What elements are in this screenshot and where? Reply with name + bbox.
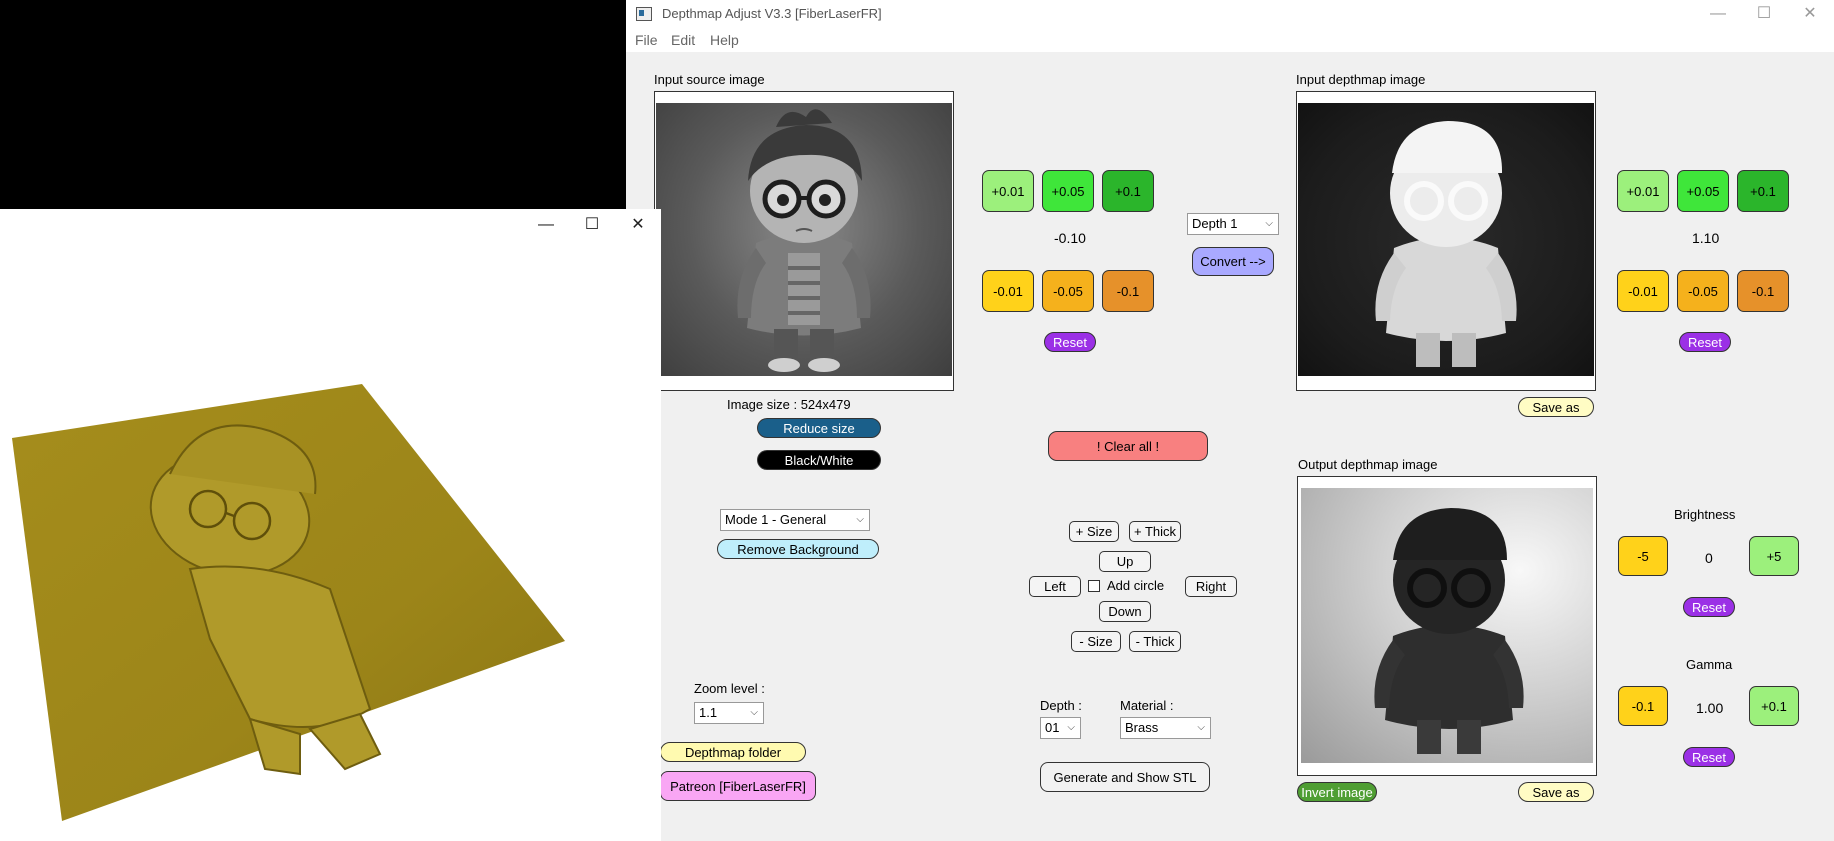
- zoom-level-select[interactable]: 1.1 ⌵: [694, 702, 764, 724]
- left-reset-button[interactable]: Reset: [1044, 332, 1096, 352]
- patreon-button[interactable]: Patreon [FiberLaserFR]: [660, 771, 816, 801]
- convert-button[interactable]: Convert -->: [1192, 247, 1274, 276]
- output-depthmap-label: Output depthmap image: [1298, 457, 1438, 472]
- clear-all-button[interactable]: ! Clear all !: [1048, 431, 1208, 461]
- add-circle-checkbox[interactable]: [1088, 580, 1100, 592]
- size-plus-button[interactable]: + Size: [1069, 521, 1119, 542]
- menu-file[interactable]: File: [635, 32, 658, 48]
- material-select[interactable]: Brass ⌵: [1120, 717, 1211, 739]
- mode-select[interactable]: Mode 1 - General ⌵: [720, 509, 870, 531]
- gamma-plus-button[interactable]: +0.1: [1749, 686, 1799, 726]
- menu-bar: File Edit Help: [626, 28, 1834, 52]
- left-minus-01-button[interactable]: -0.1: [1102, 270, 1154, 312]
- output-depthmap-save-button[interactable]: Save as: [1518, 782, 1594, 802]
- left-adjust-value: -0.10: [1054, 230, 1086, 246]
- zoom-level-value: 1.1: [699, 705, 718, 720]
- gamma-reset-button[interactable]: Reset: [1683, 747, 1735, 767]
- right-plus-01-button[interactable]: +0.1: [1737, 170, 1789, 212]
- menu-edit[interactable]: Edit: [671, 32, 695, 48]
- invert-image-button[interactable]: Invert image: [1297, 782, 1377, 802]
- right-plus-001-button[interactable]: +0.01: [1617, 170, 1669, 212]
- image-size-text: Image size : 524x479: [727, 397, 851, 412]
- thick-plus-button[interactable]: + Thick: [1129, 521, 1181, 542]
- right-minus-005-button[interactable]: -0.05: [1677, 270, 1729, 312]
- source-image: [656, 103, 952, 376]
- brightness-value: 0: [1705, 550, 1713, 566]
- left-plus-01-button[interactable]: +0.1: [1102, 170, 1154, 212]
- stl-depth-select[interactable]: 01 ⌵: [1040, 717, 1081, 739]
- down-button[interactable]: Down: [1099, 601, 1151, 622]
- stl-depth-value: 01: [1045, 720, 1060, 735]
- output-depthmap-frame[interactable]: [1297, 476, 1597, 776]
- gamma-value: 1.00: [1696, 700, 1724, 716]
- reduce-size-button[interactable]: Reduce size: [757, 418, 881, 438]
- right-reset-button[interactable]: Reset: [1679, 332, 1731, 352]
- brightness-label: Brightness: [1674, 507, 1736, 522]
- menu-help[interactable]: Help: [710, 32, 739, 48]
- input-depthmap-frame[interactable]: [1296, 91, 1596, 391]
- add-circle-label: Add circle: [1107, 578, 1165, 593]
- app-window: Depthmap Adjust V3.3 [FiberLaserFR] — ☐ …: [626, 0, 1834, 841]
- depth-mode-value: Depth 1: [1192, 216, 1238, 231]
- chevron-down-icon: ⌵: [856, 514, 864, 525]
- left-minus-001-button[interactable]: -0.01: [982, 270, 1034, 312]
- left-plus-005-button[interactable]: +0.05: [1042, 170, 1094, 212]
- brightness-minus-button[interactable]: -5: [1618, 536, 1668, 576]
- input-depthmap-label: Input depthmap image: [1296, 72, 1426, 87]
- material-value: Brass: [1125, 720, 1159, 735]
- stl-3d-preview: [12, 384, 565, 821]
- stl-depth-label: Depth :: [1040, 698, 1082, 713]
- window-title: Depthmap Adjust V3.3 [FiberLaserFR]: [662, 6, 882, 21]
- left-minus-005-button[interactable]: -0.05: [1042, 270, 1094, 312]
- gamma-label: Gamma: [1686, 657, 1733, 672]
- source-image-frame[interactable]: [654, 91, 954, 391]
- brightness-reset-button[interactable]: Reset: [1683, 597, 1735, 617]
- input-depthmap-image: [1298, 103, 1594, 376]
- black-white-button[interactable]: Black/White: [757, 450, 881, 470]
- right-plus-005-button[interactable]: +0.05: [1677, 170, 1729, 212]
- up-button[interactable]: Up: [1099, 551, 1151, 572]
- depth-mode-select[interactable]: Depth 1 ⌵: [1187, 213, 1279, 235]
- stl-viewer-window[interactable]: — ☐ ✕: [0, 209, 661, 841]
- chevron-down-icon: ⌵: [1265, 218, 1273, 229]
- left-button[interactable]: Left: [1029, 576, 1081, 597]
- app-icon: [636, 7, 652, 21]
- gamma-minus-button[interactable]: -0.1: [1618, 686, 1668, 726]
- right-adjust-value: 1.10: [1692, 230, 1720, 246]
- generate-stl-button[interactable]: Generate and Show STL: [1040, 762, 1210, 792]
- right-button[interactable]: Right: [1185, 576, 1237, 597]
- output-depthmap-image: [1301, 488, 1593, 763]
- right-minus-001-button[interactable]: -0.01: [1617, 270, 1669, 312]
- size-minus-button[interactable]: - Size: [1071, 631, 1121, 652]
- maximize-button[interactable]: ☐: [1742, 0, 1786, 28]
- chevron-down-icon: ⌵: [750, 707, 758, 718]
- remove-background-button[interactable]: Remove Background: [717, 539, 879, 559]
- close-button[interactable]: ✕: [1788, 0, 1832, 28]
- depthmap-folder-button[interactable]: Depthmap folder: [660, 742, 806, 762]
- material-label: Material :: [1120, 698, 1174, 713]
- mode-select-value: Mode 1 - General: [725, 512, 827, 527]
- minimize-button[interactable]: —: [1696, 0, 1740, 28]
- chevron-down-icon: ⌵: [1197, 722, 1205, 733]
- left-plus-001-button[interactable]: +0.01: [982, 170, 1034, 212]
- source-image-label: Input source image: [654, 72, 765, 87]
- input-depthmap-save-button[interactable]: Save as: [1518, 397, 1594, 417]
- brightness-plus-button[interactable]: +5: [1749, 536, 1799, 576]
- zoom-level-label: Zoom level :: [694, 681, 765, 696]
- thick-minus-button[interactable]: - Thick: [1129, 631, 1181, 652]
- right-minus-01-button[interactable]: -0.1: [1737, 270, 1789, 312]
- chevron-down-icon: ⌵: [1067, 722, 1075, 733]
- title-bar: Depthmap Adjust V3.3 [FiberLaserFR] — ☐ …: [626, 0, 1834, 28]
